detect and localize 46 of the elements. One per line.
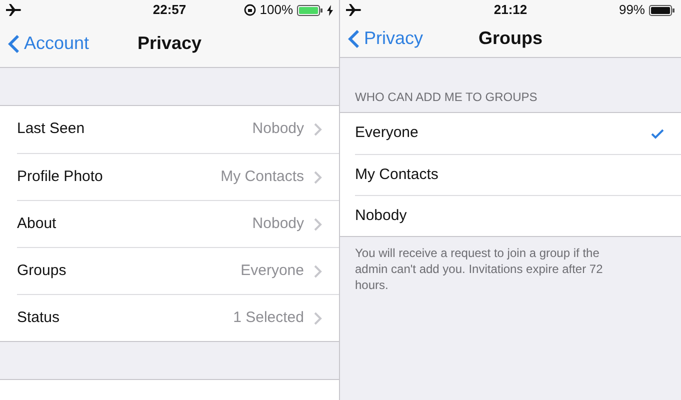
row-value: Everyone	[240, 260, 304, 281]
row-value: 1 Selected	[233, 308, 304, 328]
back-chevron-icon	[348, 28, 360, 48]
charging-icon	[327, 4, 333, 16]
battery-icon	[297, 4, 323, 16]
chevron-icon	[314, 312, 322, 324]
status-time: 22:57	[152, 1, 186, 20]
settings-row[interactable]: Last Seen Nobody	[17, 106, 339, 153]
settings-row[interactable]: Profile Photo My Contacts	[17, 153, 339, 200]
row-label: Groups	[17, 260, 66, 281]
nav-title: Privacy	[137, 32, 202, 55]
back-button[interactable]: Privacy	[340, 25, 424, 52]
settings-row[interactable]: About Nobody	[17, 200, 339, 247]
airplane-icon	[6, 4, 22, 16]
status-time: 21:12	[494, 1, 528, 20]
nav-title: Groups	[478, 27, 542, 50]
rotation-lock-icon	[244, 4, 256, 16]
option-row[interactable]: My Contacts	[355, 154, 681, 195]
row-label: Status	[17, 308, 60, 328]
chevron-icon	[314, 123, 322, 136]
row-label: Last Seen	[17, 119, 85, 140]
row-label: About	[17, 214, 56, 234]
battery-icon	[649, 4, 675, 16]
option-row[interactable]: Everyone	[355, 113, 681, 154]
settings-row[interactable]	[0, 379, 339, 400]
settings-row[interactable]: Groups Everyone	[17, 247, 339, 294]
footer-note: You will receive a request to join a group if the admin can't add you. Invitations expire after 72 hours.	[354, 245, 604, 293]
option-label: Everyone	[355, 123, 418, 144]
battery-percent: 99%	[618, 1, 645, 20]
back-chevron-icon	[8, 34, 20, 54]
section-header: WHO CAN ADD ME TO GROUPS	[354, 89, 538, 106]
settings-row[interactable]: Status 1 Selected	[17, 294, 339, 341]
row-value: Nobody	[252, 119, 304, 140]
option-label: Nobody	[355, 206, 407, 226]
chevron-icon	[314, 170, 322, 184]
row-label: Profile Photo	[17, 166, 103, 187]
chevron-icon	[314, 264, 322, 278]
option-row[interactable]: Nobody	[355, 195, 681, 236]
chevron-icon	[314, 218, 322, 230]
option-label: My Contacts	[355, 164, 438, 185]
battery-percent: 100%	[260, 1, 293, 20]
airplane-icon	[346, 4, 362, 16]
back-button[interactable]: Account	[0, 30, 90, 57]
row-value: Nobody	[252, 214, 304, 234]
row-value: My Contacts	[220, 166, 304, 187]
checkmark-icon	[651, 128, 664, 138]
